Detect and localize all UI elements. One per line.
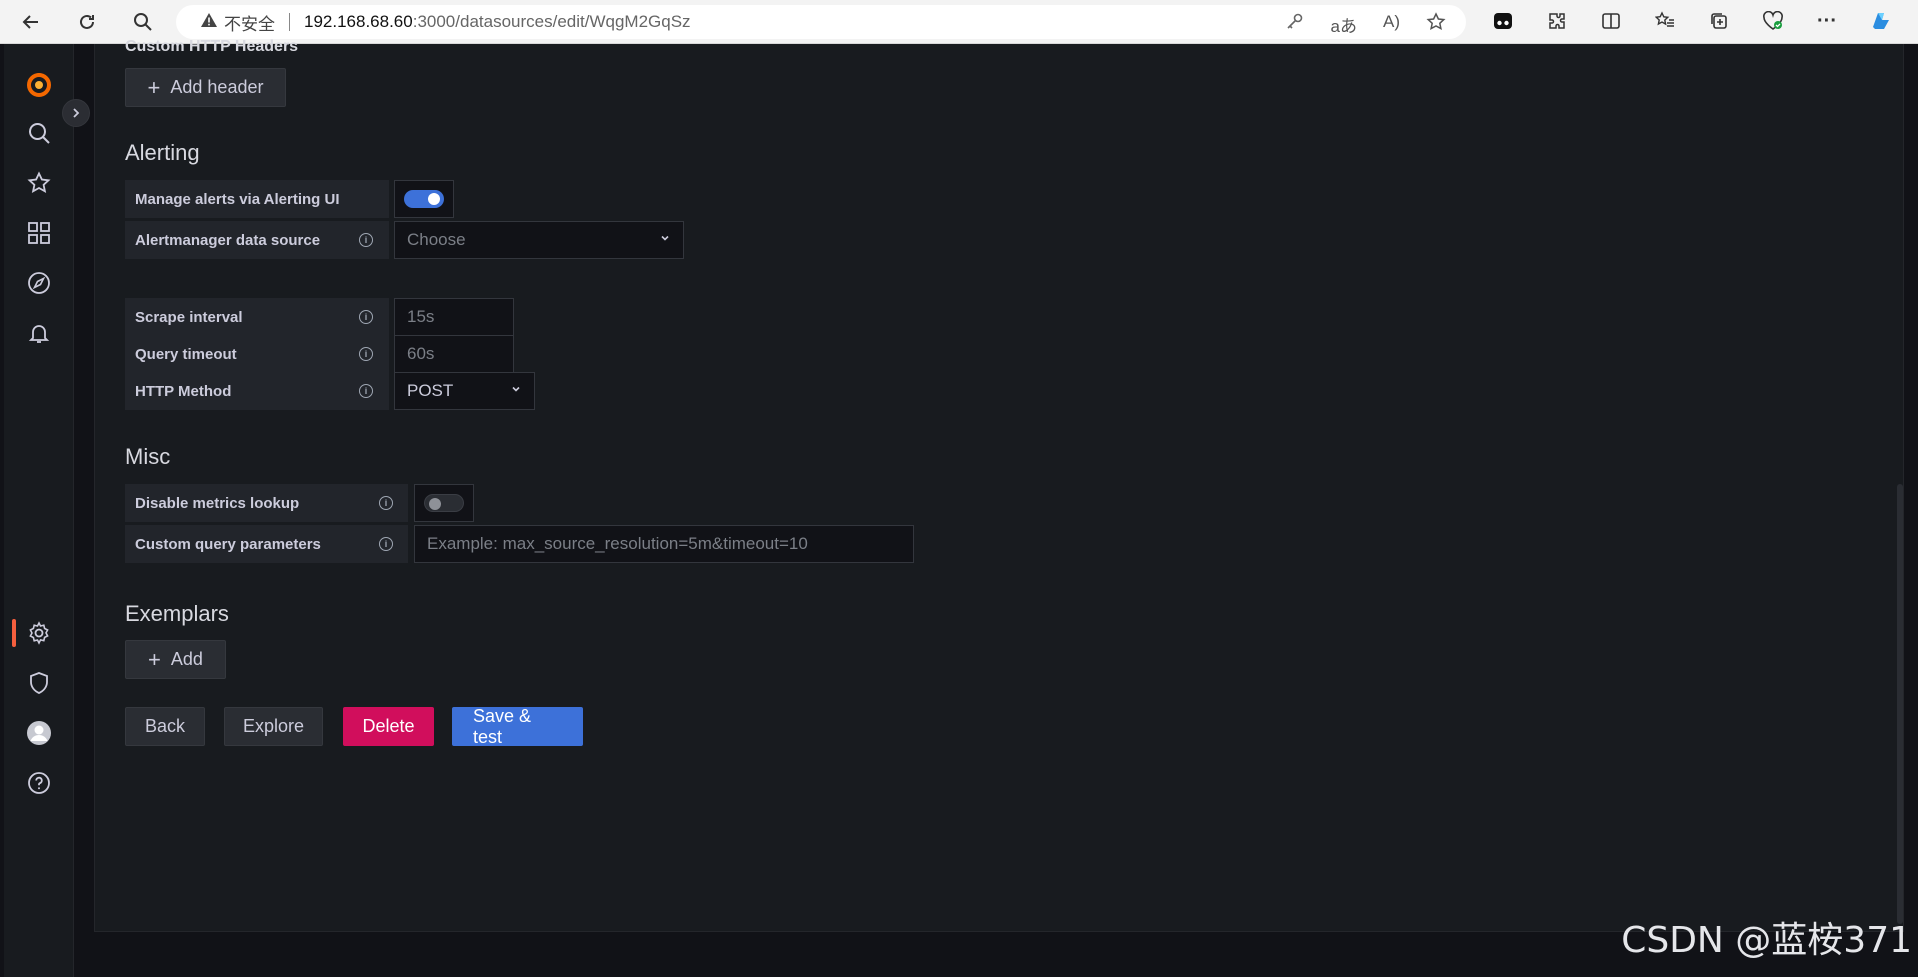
help-icon[interactable] <box>4 761 74 805</box>
back-label: Back <box>144 716 186 736</box>
add-exemplar-label: Add <box>170 649 203 669</box>
alerting-section-title: Alerting <box>125 140 200 165</box>
add-exemplar-button[interactable]: + Add <box>125 640 226 679</box>
starred-icon[interactable] <box>4 161 74 205</box>
info-icon[interactable]: i <box>379 537 393 551</box>
translate-icon[interactable]: aあ <box>1331 12 1357 37</box>
info-icon[interactable]: i <box>359 310 373 324</box>
read-aloud-icon[interactable]: A) <box>1383 12 1400 37</box>
split-screen-icon[interactable] <box>1598 8 1624 34</box>
extension-app-icon[interactable] <box>1490 8 1516 34</box>
grafana-logo[interactable] <box>4 63 74 107</box>
scrape-interval-text: Scrape interval <box>135 308 243 326</box>
dashboards-icon[interactable] <box>4 211 74 255</box>
alertmanager-select[interactable]: Choose <box>394 221 684 259</box>
grafana-app: Custom HTTP Headers + Add header Alertin… <box>4 38 1914 977</box>
toggle-switch-off[interactable] <box>424 494 464 512</box>
chevron-right-icon <box>73 108 80 118</box>
disable-metrics-text: Disable metrics lookup <box>135 494 300 512</box>
exemplars-section-title: Exemplars <box>125 601 229 626</box>
not-secure-indicator[interactable]: 不安全 <box>200 10 275 35</box>
search-icon[interactable] <box>128 8 158 36</box>
alertmanager-label: Alertmanager data source i <box>125 221 389 259</box>
url-path: :3000/datasources/edit/WqgM2GqSz <box>412 12 691 31</box>
delete-button[interactable]: Delete <box>343 707 434 746</box>
delete-label: Delete <box>362 716 415 736</box>
scrollbar[interactable] <box>1897 484 1903 924</box>
chevron-down-icon <box>510 383 522 398</box>
refresh-icon[interactable] <box>72 8 102 36</box>
query-timeout-text: Query timeout <box>135 345 237 363</box>
plus-icon: + <box>148 646 161 672</box>
scrape-interval-input[interactable]: 15s <box>394 298 514 336</box>
misc-section-title: Misc <box>125 444 171 469</box>
add-header-button[interactable]: + Add header <box>125 68 286 107</box>
copilot-icon[interactable] <box>1868 8 1894 34</box>
explore-icon[interactable] <box>4 261 74 305</box>
add-header-label: Add header <box>170 77 264 97</box>
server-admin-shield-icon[interactable] <box>4 661 74 705</box>
back-arrow-icon[interactable] <box>16 8 46 36</box>
favorite-icon[interactable] <box>1426 12 1446 37</box>
warning-icon <box>200 12 218 33</box>
manage-alerts-label: Manage alerts via Alerting UI <box>125 180 389 218</box>
address-divider <box>289 13 290 31</box>
disable-metrics-label: Disable metrics lookup i <box>125 484 408 522</box>
custom-headers-title: Custom HTTP Headers <box>125 38 299 55</box>
extensions-icon[interactable] <box>1544 8 1570 34</box>
info-icon[interactable]: i <box>379 496 393 510</box>
scrape-interval-placeholder: 15s <box>407 307 435 326</box>
manage-alerts-text: Manage alerts via Alerting UI <box>135 190 340 208</box>
info-icon[interactable]: i <box>359 347 373 361</box>
query-timeout-placeholder: 60s <box>407 344 435 363</box>
scrape-interval-label: Scrape interval i <box>125 298 389 336</box>
http-method-select[interactable]: POST <box>394 372 535 410</box>
configuration-gear-icon[interactable] <box>4 611 74 655</box>
disable-metrics-toggle[interactable] <box>414 484 474 522</box>
user-avatar[interactable] <box>4 711 74 755</box>
collections-icon[interactable] <box>1706 8 1732 34</box>
explore-label: Explore <box>242 716 305 736</box>
save-test-label: Save & test <box>473 705 532 747</box>
custom-query-params-text: Custom query parameters <box>135 535 321 553</box>
key-icon[interactable] <box>1285 12 1305 37</box>
http-method-value: POST <box>407 381 454 400</box>
custom-query-params-label: Custom query parameters i <box>125 525 408 563</box>
url-host: 192.168.68.60 <box>304 12 413 31</box>
nav-expand-button[interactable] <box>62 99 90 127</box>
save-test-button[interactable]: Save & test <box>452 705 583 747</box>
toggle-switch-on[interactable] <box>404 190 444 208</box>
alertmanager-text: Alertmanager data source <box>135 231 321 249</box>
info-icon[interactable]: i <box>359 233 373 247</box>
chevron-down-icon <box>659 232 671 247</box>
custom-query-params-placeholder: Example: max_source_resolution=5m&timeou… <box>427 534 808 553</box>
query-timeout-label: Query timeout i <box>125 335 389 373</box>
security-label: 不安全 <box>224 14 275 34</box>
query-timeout-input[interactable]: 60s <box>394 335 514 373</box>
info-icon[interactable]: i <box>359 384 373 398</box>
browser-essentials-icon[interactable] <box>1760 8 1786 34</box>
address-bar[interactable]: 不安全 192.168.68.60:3000/datasources/edit/… <box>176 5 1466 39</box>
side-navigation <box>4 44 74 977</box>
plus-icon: + <box>147 74 161 100</box>
explore-button[interactable]: Explore <box>224 707 323 746</box>
http-method-text: HTTP Method <box>135 382 232 400</box>
custom-query-params-input[interactable]: Example: max_source_resolution=5m&timeou… <box>414 525 914 563</box>
alerting-bell-icon[interactable] <box>4 311 74 355</box>
more-menu-icon[interactable]: ··· <box>1814 8 1840 34</box>
csdn-watermark: CSDN @蓝桉371 <box>1621 920 1912 961</box>
back-button[interactable]: Back <box>125 707 205 746</box>
favorites-list-icon[interactable] <box>1652 8 1678 34</box>
manage-alerts-toggle[interactable] <box>394 180 454 218</box>
http-method-label: HTTP Method i <box>125 372 389 410</box>
alertmanager-placeholder: Choose <box>407 230 466 249</box>
